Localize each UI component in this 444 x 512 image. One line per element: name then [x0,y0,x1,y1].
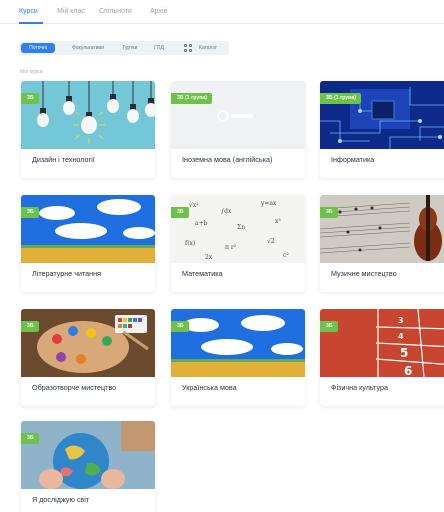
catalog-grid-icon[interactable] [184,44,192,52]
filter-catalog[interactable]: Каталог [195,43,221,53]
course-card[interactable]: 3Б (1 група) Інформатика [320,81,444,178]
course-card[interactable]: 3Б Дизайн і технології [21,81,155,178]
class-badge: 3Б (1 група) [171,93,213,104]
section-label-my-courses: Мої курси [20,69,43,75]
filter-gpd[interactable]: ГПД [150,43,168,53]
course-title: Образотворче мистецтво [32,383,117,392]
course-title: Математика [182,269,223,278]
class-badge: 3Б [171,321,189,332]
svg-text:√x²: √x² [189,202,199,209]
course-thumbnail [320,195,444,263]
course-thumbnail [171,81,305,149]
svg-text:π r²: π r² [225,244,237,251]
course-filter-bar: Поточні Факультативи Гуртки ГПД Каталог [19,41,229,55]
class-badge: 3Б [21,321,39,332]
svg-text:4: 4 [398,332,404,341]
filter-clubs[interactable]: Гуртки [119,43,141,53]
course-thumbnail [21,81,155,149]
course-card[interactable]: 3Б Образотворче мистецтво [21,309,155,406]
tab-communities[interactable]: Спільноти [99,8,132,15]
svg-text:f(x): f(x) [185,240,195,247]
svg-text:5: 5 [400,346,408,360]
class-badge: 3Б [21,433,39,444]
svg-text:√2: √2 [267,238,275,245]
course-thumbnail [21,195,155,263]
active-tab-indicator [19,22,43,24]
svg-text:c²: c² [283,252,289,259]
svg-text:∫dx: ∫dx [221,208,232,215]
course-title: Іноземна мова (англійська) [182,155,273,164]
top-tab-bar: Курси Мій клас Спільноти Архів [0,0,444,24]
course-title: Фізична культура [331,383,388,392]
course-title: Я досліджую світ [32,495,90,504]
course-title: Дизайн і технології [32,155,95,164]
course-title: Літературне читання [32,269,102,278]
course-thumbnail [21,421,155,489]
course-card[interactable]: 3Б Українська мова [171,309,305,406]
svg-text:2x: 2x [205,254,213,261]
svg-text:a+b: a+b [195,220,208,227]
course-title: Інформатика [331,155,375,164]
course-card[interactable]: 3Б (1 група) Іноземна мова (англійська) [171,81,305,178]
class-badge: 3Б [21,93,39,104]
class-badge: 3Б [21,207,39,218]
class-badge: 3Б [171,207,189,218]
class-badge: 3Б [320,321,338,332]
class-badge: 3Б (1 група) [320,93,362,104]
svg-text:x³: x³ [275,218,281,225]
course-thumbnail [21,309,155,377]
svg-text:6: 6 [404,364,412,377]
course-card[interactable]: 3Б Музичне мистецтво [320,195,444,292]
course-card[interactable]: √x² ∫dx y=ax a+b Σn x³ f(x) π r² √2 c² 2x 3Б Матем… [171,195,305,292]
course-thumbnail: 3 4 5 6 [320,309,444,377]
course-card[interactable]: 3Б Літературне читання [21,195,155,292]
tab-archive[interactable]: Архів [150,8,167,15]
course-thumbnail [171,309,305,377]
course-thumbnail: √x² ∫dx y=ax a+b Σn x³ f(x) π r² √2 c² 2x [171,195,305,263]
tab-my-class[interactable]: Мій клас [57,8,85,15]
course-card[interactable]: 3 4 5 6 3Б Фізична культура [320,309,444,406]
course-card[interactable]: 3Б Я досліджую світ [21,421,155,512]
svg-text:y=ax: y=ax [260,200,277,207]
class-badge: 3Б [320,207,338,218]
tab-courses[interactable]: Курси [19,8,38,15]
filter-electives[interactable]: Факультативи [65,43,111,53]
course-thumbnail [320,81,444,149]
filter-current[interactable]: Поточні [21,43,55,53]
svg-text:3: 3 [398,316,404,325]
course-title: Музичне мистецтво [331,269,397,278]
svg-text:Σn: Σn [237,224,245,231]
course-title: Українська мова [182,383,237,392]
